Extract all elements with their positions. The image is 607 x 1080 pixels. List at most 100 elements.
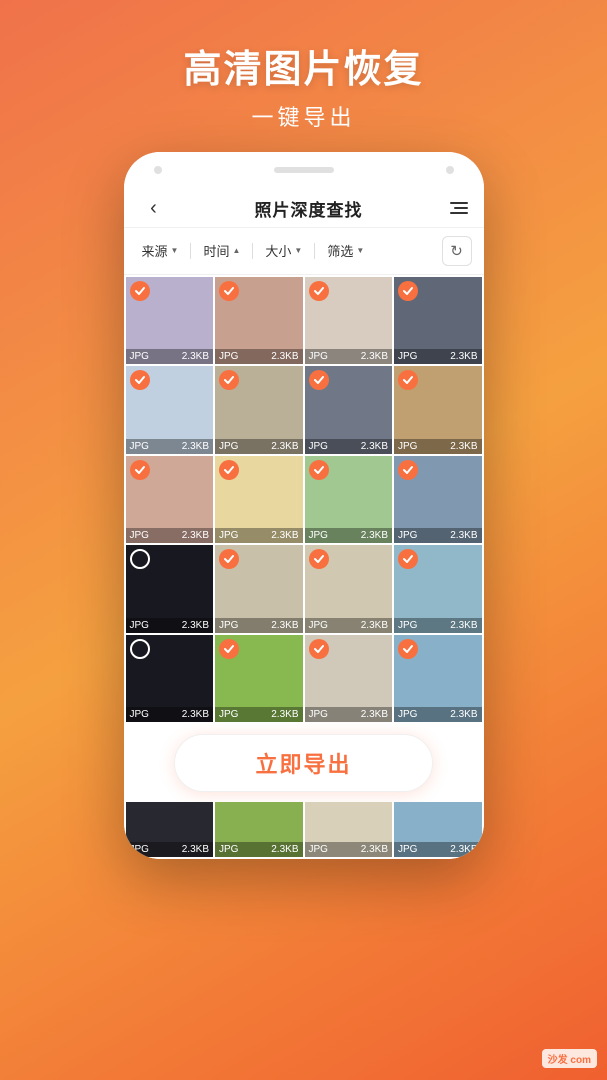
grid-item-type: JPG xyxy=(309,441,328,452)
grid-item[interactable]: JPG2.3KB xyxy=(126,635,214,723)
grid-item-type: JPG xyxy=(398,709,417,720)
grid-item[interactable]: JPG2.3KB xyxy=(215,277,303,365)
grid-item[interactable]: JPG2.3KB xyxy=(305,456,393,544)
filter-time-label: 时间 xyxy=(203,241,229,260)
grid-item[interactable]: JPG2.3KB xyxy=(305,366,393,454)
grid-item-type: JPG xyxy=(398,530,417,541)
bottom-grid-item[interactable]: JPG 2.3KB xyxy=(394,802,482,857)
grid-item-size: 2.3KB xyxy=(450,530,477,541)
filter-divider-2 xyxy=(252,243,253,259)
grid-item-label: JPG 2.3KB xyxy=(305,618,393,633)
grid-item[interactable]: JPG2.3KB xyxy=(394,366,482,454)
export-button[interactable]: 立即导出 xyxy=(174,734,432,792)
filter-screen-label: 筛选 xyxy=(327,241,353,260)
grid-item-checkbox[interactable] xyxy=(398,639,418,659)
grid-item-checkbox[interactable] xyxy=(219,370,239,390)
grid-item-label: JPG2.3KB xyxy=(215,439,303,454)
menu-icon[interactable] xyxy=(450,202,468,214)
grid-item-checkbox[interactable] xyxy=(398,460,418,480)
grid-item-size: 2.3KB xyxy=(450,441,477,452)
grid-item-label: JPG2.3KB xyxy=(394,618,482,633)
grid-item-type: JPG xyxy=(219,709,238,720)
grid-item-checkbox[interactable] xyxy=(130,281,150,301)
main-subtitle: 一键导出 xyxy=(183,100,423,132)
refresh-button[interactable]: ↻ xyxy=(442,236,472,266)
filter-time[interactable]: 时间 ▲ xyxy=(197,238,246,263)
grid-item-label: JPG2.3KB xyxy=(215,349,303,364)
grid-item-size: 2.3KB xyxy=(271,620,298,631)
grid-item[interactable]: JPG2.3KB xyxy=(126,366,214,454)
grid-item[interactable]: JPG 2.3KB xyxy=(394,456,482,544)
grid-item-checkbox[interactable] xyxy=(130,549,150,569)
bottom-grid-item[interactable]: JPG2.3KB xyxy=(305,802,393,857)
phone-dot-right xyxy=(446,166,454,174)
grid-item-checkbox[interactable] xyxy=(219,281,239,301)
bottom-item-type: JPG xyxy=(309,844,328,855)
grid-item-checkbox[interactable] xyxy=(398,281,418,301)
grid-item-size: 2.3KB xyxy=(182,620,209,631)
grid-item-checkbox[interactable] xyxy=(309,370,329,390)
bottom-grid-item-label: JPG2.3KB xyxy=(126,842,214,857)
grid-item-label: JPG2.3KB xyxy=(215,618,303,633)
grid-item[interactable]: JPG 2.3KB xyxy=(215,635,303,723)
grid-item-type: JPG xyxy=(219,530,238,541)
filter-size[interactable]: 大小 ▼ xyxy=(259,238,308,263)
grid-item[interactable]: JPG 2.3KB xyxy=(305,545,393,633)
grid-item-label: JPG2.3KB xyxy=(394,707,482,722)
grid-item-checkbox[interactable] xyxy=(219,639,239,659)
grid-item-checkbox[interactable] xyxy=(398,549,418,569)
grid-item[interactable]: JPG2.3KB xyxy=(126,545,214,633)
grid-item-label: JPG 2.3KB xyxy=(394,528,482,543)
grid-item-checkbox[interactable] xyxy=(130,639,150,659)
grid-item[interactable]: JPG2.3KB xyxy=(215,456,303,544)
phone-dot-left xyxy=(154,166,162,174)
grid-item[interactable]: JPG2.3KB xyxy=(126,277,214,365)
grid-item[interactable]: JPG2.3KB xyxy=(394,277,482,365)
grid-item-size: 2.3KB xyxy=(450,351,477,362)
grid-item[interactable]: JPG2.3KB xyxy=(394,635,482,723)
bottom-item-size: 2.3KB xyxy=(450,844,477,855)
grid-item[interactable]: JPG2.3KB xyxy=(215,366,303,454)
grid-item-checkbox[interactable] xyxy=(309,460,329,480)
filter-source-label: 来源 xyxy=(142,241,168,260)
grid-item-size: 2.3KB xyxy=(182,530,209,541)
filter-time-arrow: ▲ xyxy=(232,246,240,255)
filter-size-arrow: ▼ xyxy=(294,246,302,255)
bottom-grid-item-label: JPG2.3KB xyxy=(305,842,393,857)
grid-item-size: 2.3KB xyxy=(271,351,298,362)
main-title: 高清图片恢复 xyxy=(183,48,423,94)
filter-screen[interactable]: 筛选 ▼ xyxy=(321,238,370,263)
grid-item-checkbox[interactable] xyxy=(219,460,239,480)
grid-item-type: JPG xyxy=(309,620,328,631)
filter-source[interactable]: 来源 ▼ xyxy=(136,238,185,263)
grid-item[interactable]: JPG2.3KB xyxy=(394,545,482,633)
bottom-item-size: 2.3KB xyxy=(271,844,298,855)
grid-item-type: JPG xyxy=(398,620,417,631)
grid-item[interactable]: JPG2.3KB xyxy=(305,635,393,723)
grid-item[interactable]: JPG2.3KB xyxy=(215,545,303,633)
grid-item-label: JPG2.3KB xyxy=(215,528,303,543)
export-section: 立即导出 xyxy=(124,724,484,802)
grid-item-checkbox[interactable] xyxy=(219,549,239,569)
grid-item-size: 2.3KB xyxy=(361,620,388,631)
bottom-item-type: JPG xyxy=(398,844,417,855)
grid-item[interactable]: JPG2.3KB xyxy=(305,277,393,365)
grid-item-size: 2.3KB xyxy=(271,709,298,720)
grid-item-label: JPG2.3KB xyxy=(305,528,393,543)
grid-item-checkbox[interactable] xyxy=(309,549,329,569)
bottom-grid-item[interactable]: JPG2.3KB xyxy=(126,802,214,857)
filter-divider-1 xyxy=(190,243,191,259)
grid-item-checkbox[interactable] xyxy=(130,460,150,480)
top-section: 高清图片恢复 一键导出 xyxy=(183,0,423,152)
filter-bar: 来源 ▼ 时间 ▲ 大小 ▼ 筛选 ▼ ↻ xyxy=(124,228,484,275)
grid-item-checkbox[interactable] xyxy=(309,639,329,659)
grid-item-label: JPG2.3KB xyxy=(305,707,393,722)
back-button[interactable]: ‹ xyxy=(140,197,168,220)
grid-item-label: JPG2.3KB xyxy=(305,349,393,364)
phone-topbar xyxy=(124,152,484,188)
grid-item[interactable]: JPG2.3KB xyxy=(126,456,214,544)
bottom-grid-item[interactable]: JPG2.3KB xyxy=(215,802,303,857)
grid-item-checkbox[interactable] xyxy=(309,281,329,301)
grid-item-checkbox[interactable] xyxy=(398,370,418,390)
grid-item-checkbox[interactable] xyxy=(130,370,150,390)
